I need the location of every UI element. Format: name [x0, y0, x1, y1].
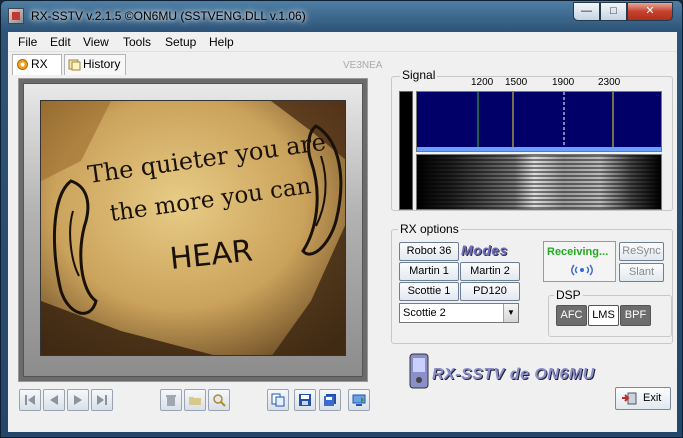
image-panel: The quieter you are the more you can HEA… — [18, 78, 368, 382]
signal-label: Signal — [400, 68, 438, 82]
image-bezel: The quieter you are the more you can HEA… — [23, 83, 363, 377]
close-button[interactable]: ✕ — [627, 2, 673, 21]
spectrum-graph — [417, 92, 661, 151]
folder-icon — [189, 397, 201, 405]
bpf-toggle[interactable]: BPF — [620, 305, 651, 326]
freq-1200: 1200 — [471, 77, 494, 88]
waterfall-display[interactable] — [416, 154, 662, 210]
mode-select-value: Scottie 2 — [403, 307, 446, 319]
app-window: RX-SSTV v.2.1.5 ©ON6MU (SSTVENG.DLL v.1.… — [0, 0, 683, 438]
trash-icon — [166, 395, 176, 406]
tab-rx-label: RX — [31, 57, 48, 71]
freq-1500: 1500 — [505, 77, 528, 88]
mode-pd120-button[interactable]: PD120 — [460, 282, 520, 301]
menu-view[interactable]: View — [83, 35, 109, 49]
menu-bar: File Edit View Tools Setup Help — [8, 32, 677, 52]
waterfall-graph — [417, 155, 661, 209]
minimize-button[interactable]: — — [573, 2, 600, 21]
menu-help[interactable]: Help — [209, 35, 234, 49]
exit-label: Exit — [643, 392, 662, 404]
window-title: RX-SSTV v.2.1.5 ©ON6MU (SSTVENG.DLL v.1.… — [31, 9, 306, 23]
chevron-down-icon[interactable]: ▼ — [503, 304, 518, 322]
save-button[interactable] — [294, 389, 316, 411]
slant-button[interactable]: Slant — [619, 263, 664, 282]
received-image-picture: The quieter you are the more you can HEA… — [41, 101, 345, 355]
client-area: File Edit View Tools Setup Help RX Histo… — [8, 32, 677, 432]
mode-select[interactable]: Scottie 2 ▼ — [399, 303, 519, 323]
dsp-label: DSP — [554, 288, 583, 302]
menu-file[interactable]: File — [18, 35, 37, 49]
receiving-status-box: Receiving... — [543, 241, 616, 282]
mode-scottie1-button[interactable]: Scottie 1 — [399, 282, 459, 301]
mode-martin1-button[interactable]: Martin 1 — [399, 262, 459, 281]
spectrum-display[interactable] — [416, 91, 662, 152]
resync-button[interactable]: ReSync — [619, 242, 664, 261]
mode-martin2-button[interactable]: Martin 2 — [460, 262, 520, 281]
mode-robot36-button[interactable]: Robot 36 — [399, 242, 459, 261]
exit-button[interactable]: Exit — [615, 387, 671, 410]
afc-toggle[interactable]: AFC — [556, 305, 587, 326]
menu-setup[interactable]: Setup — [165, 35, 196, 49]
next-icon — [74, 395, 82, 405]
freq-1900: 1900 — [552, 77, 575, 88]
received-image: The quieter you are the more you can HEA… — [40, 100, 346, 356]
menu-edit[interactable]: Edit — [50, 35, 71, 49]
exit-door-icon — [622, 392, 637, 405]
copy-button[interactable] — [267, 389, 289, 411]
tab-history-label: History — [83, 57, 121, 71]
modes-logo: Modes — [461, 242, 508, 258]
first-image-button[interactable] — [19, 389, 41, 411]
menu-tools[interactable]: Tools — [123, 35, 151, 49]
network-upload-icon — [352, 394, 366, 406]
freq-2300: 2300 — [598, 77, 621, 88]
receiving-status: Receiving... — [547, 246, 609, 258]
next-image-button[interactable] — [67, 389, 89, 411]
rx-options-label: RX options — [398, 222, 461, 236]
app-icon[interactable] — [8, 8, 24, 24]
last-image-button[interactable] — [91, 389, 113, 411]
gear-icon — [17, 59, 28, 70]
upload-button[interactable] — [348, 389, 370, 411]
prev-icon — [50, 395, 58, 405]
delete-button[interactable] — [160, 389, 182, 411]
history-icon — [68, 59, 81, 71]
save-as-button[interactable] — [319, 389, 341, 411]
tab-history[interactable]: History — [64, 54, 126, 75]
maximize-button[interactable]: □ — [600, 2, 627, 21]
save-multiple-icon — [324, 394, 336, 406]
floppy-icon — [299, 394, 311, 406]
open-folder-button[interactable] — [184, 389, 206, 411]
app-logo: RX-SSTV de ON6MU — [406, 352, 616, 392]
skip-first-icon — [25, 395, 35, 405]
zoom-button[interactable] — [208, 389, 230, 411]
lms-toggle[interactable]: LMS — [588, 305, 619, 326]
tab-rx[interactable]: RX — [12, 54, 62, 75]
logo-text: RX-SSTV de ON6MU — [432, 366, 595, 383]
copy-icon — [271, 393, 285, 407]
magnifier-icon — [213, 394, 226, 407]
callsign-label: VE3NEA — [343, 60, 383, 71]
signal-level-meter — [399, 91, 413, 210]
antenna-icon — [571, 264, 593, 276]
previous-image-button[interactable] — [43, 389, 65, 411]
skip-last-icon — [97, 395, 107, 405]
title-bar[interactable]: RX-SSTV v.2.1.5 ©ON6MU (SSTVENG.DLL v.1.… — [1, 1, 682, 31]
